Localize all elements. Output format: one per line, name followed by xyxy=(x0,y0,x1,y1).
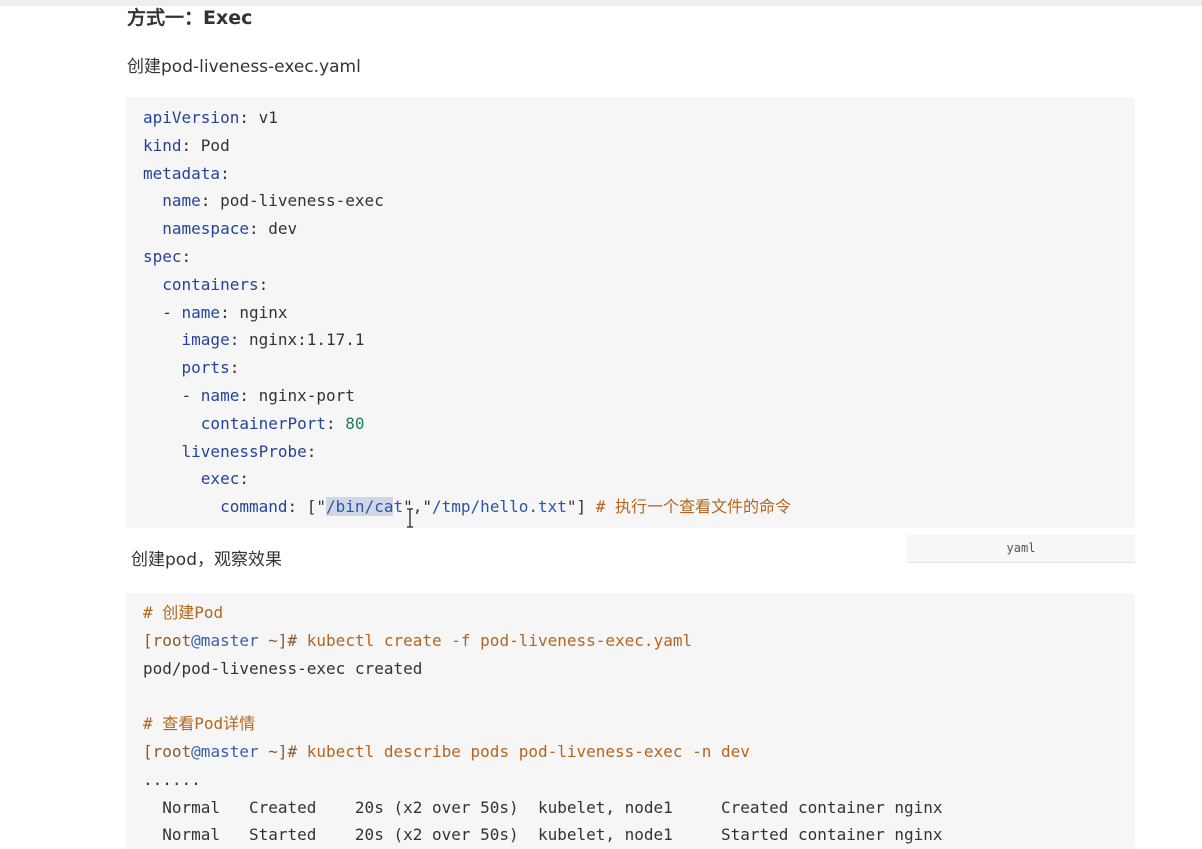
text-cursor-icon xyxy=(407,508,413,528)
instruction-create-pod: 创建pod，观察效果 xyxy=(131,550,282,570)
code-line: apiVersion: v1 xyxy=(143,108,278,127)
code-line: Normal Started 20s (x2 over 50s) kubelet… xyxy=(143,825,943,845)
yaml-code-block[interactable]: apiVersion: v1 kind: Pod metadata: name:… xyxy=(126,97,1135,528)
code-line: # 查看Pod详情 xyxy=(143,714,256,734)
code-line: livenessProbe: xyxy=(181,441,317,461)
code-line: pod/pod-liveness-exec created xyxy=(143,658,423,678)
shell-code-block[interactable]: # 创建Pod [root@master ~]# kubectl create … xyxy=(126,593,1135,849)
code-line: containers: xyxy=(162,274,269,294)
code-line: image: nginx:1.17.1 xyxy=(181,330,365,350)
code-line: # 创建Pod xyxy=(143,603,224,622)
code-line: [root@master ~]# kubectl create -f pod-l… xyxy=(143,630,693,650)
code-language-label[interactable]: yaml xyxy=(907,535,1135,563)
code-line: kind: Pod xyxy=(143,135,230,155)
code-line: ports: xyxy=(181,358,240,378)
code-line: containerPort: 80 xyxy=(200,413,365,433)
code-line: metadata: xyxy=(143,163,230,183)
code-line: Normal Created 20s (x2 over 50s) kubelet… xyxy=(143,797,943,817)
instruction-create-yaml: 创建pod-liveness-exec.yaml xyxy=(127,57,361,77)
code-line: name: pod-liveness-exec xyxy=(162,191,384,211)
code-line: command: ["/bin/cat","/tmp/hello.txt"] #… xyxy=(220,497,792,517)
code-line: - name: nginx-port xyxy=(143,385,355,405)
code-line: spec: xyxy=(143,246,192,266)
code-line: - name: nginx xyxy=(143,302,288,322)
code-line: namespace: dev xyxy=(162,219,298,239)
code-line: ...... xyxy=(143,769,201,789)
section-heading: 方式一：Exec xyxy=(127,7,253,29)
code-line: exec: xyxy=(200,469,249,489)
code-line: [root@master ~]# kubectl describe pods p… xyxy=(143,741,750,761)
selected-text: /bin/ca xyxy=(326,497,394,517)
